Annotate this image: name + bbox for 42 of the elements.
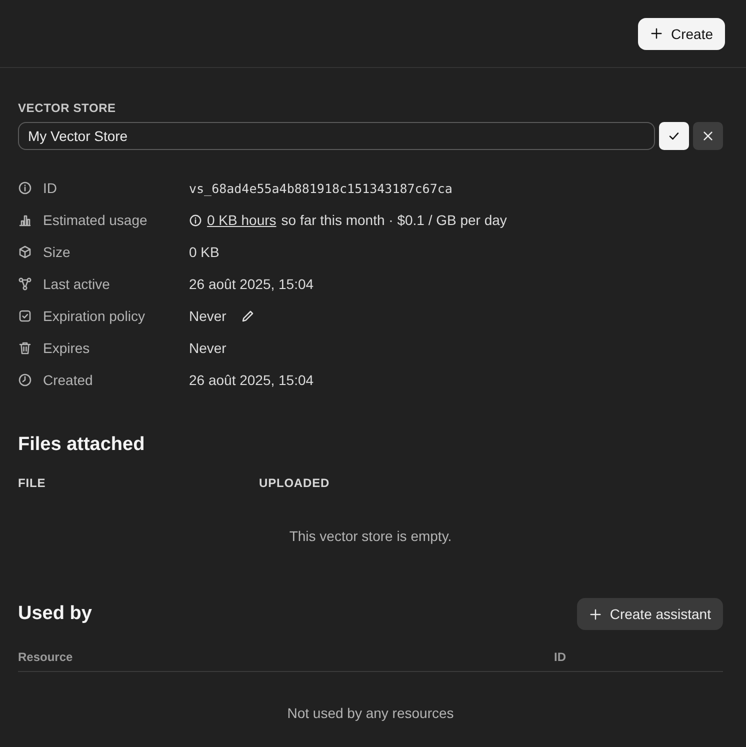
plus-icon	[588, 608, 602, 620]
info-icon	[18, 181, 32, 195]
column-header: Resource	[18, 650, 74, 664]
property-label: Last active	[43, 276, 110, 292]
field-label: VECTOR STORE	[18, 101, 117, 115]
property-label: Size	[43, 244, 70, 260]
column-header: UPLOADED	[259, 476, 330, 490]
name-field[interactable]: My Vector Store	[18, 122, 655, 150]
id-value: vs_68ad4e55a4b881918c151343187c67ca	[189, 180, 452, 196]
property-value: 26 août 2025, 15:04	[189, 276, 314, 292]
section-title: Files attached	[18, 434, 146, 456]
info-icon	[189, 214, 202, 226]
bar-chart-icon	[18, 213, 32, 227]
empty-message: Not used by any resources	[286, 705, 455, 721]
property-value: Never	[189, 308, 226, 324]
property-label: Expires	[43, 340, 90, 356]
create-button[interactable]: Create	[638, 18, 725, 50]
property-label: Expiration policy	[43, 308, 145, 324]
property-label: Created	[43, 372, 93, 388]
confirm-button[interactable]	[659, 122, 689, 150]
section-title: Used by	[18, 603, 92, 625]
plus-icon	[650, 27, 663, 40]
property-value: Never	[189, 340, 226, 356]
column-header: FILE	[18, 476, 47, 490]
pencil-icon	[241, 309, 256, 323]
column-header: ID	[554, 650, 566, 664]
property-label: ID	[43, 180, 57, 196]
usage-text: so far this month · $0.1 / GB per day	[281, 212, 507, 228]
cancel-button[interactable]	[693, 122, 723, 150]
empty-message: This vector store is empty.	[288, 528, 453, 544]
property-label: Estimated usage	[43, 212, 148, 228]
checkbox-icon	[18, 309, 32, 323]
clock-icon	[18, 373, 32, 387]
create-assistant-button[interactable]: Create assistant	[576, 598, 723, 630]
cube-icon	[18, 245, 32, 259]
property-value: 26 août 2025, 15:04	[189, 372, 314, 388]
trash-icon	[18, 341, 32, 355]
edit-button[interactable]	[241, 309, 256, 323]
property-value: 0 KB	[189, 244, 220, 260]
close-icon	[701, 129, 715, 143]
nodes-icon	[18, 277, 32, 291]
usage-link[interactable]: 0 KB hours	[207, 212, 276, 228]
